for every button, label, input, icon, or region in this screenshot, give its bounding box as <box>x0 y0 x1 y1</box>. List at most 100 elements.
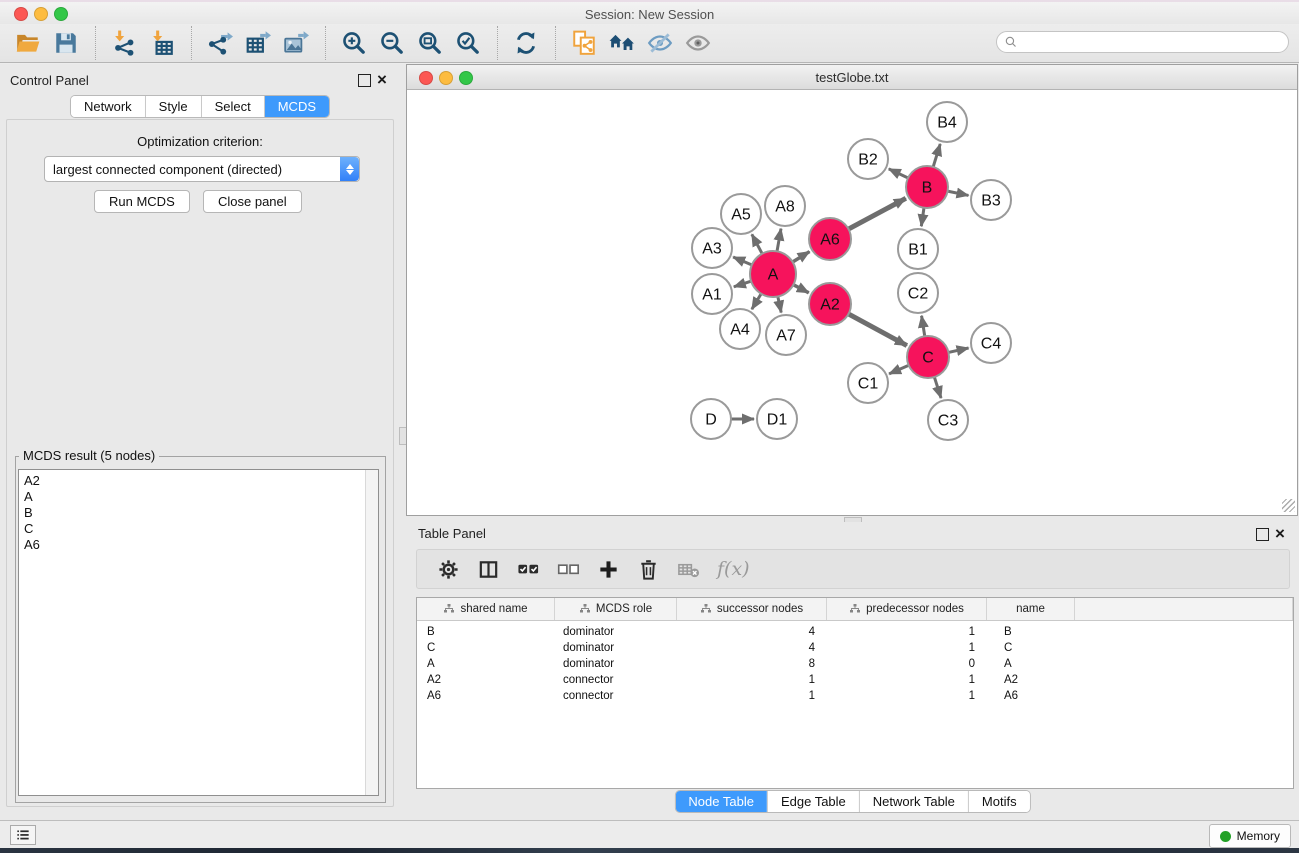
graph-edge-C-C1[interactable] <box>889 366 908 374</box>
uncheck-pair-button[interactable] <box>554 554 584 584</box>
table-cell[interactable]: 4 <box>677 624 827 640</box>
table-cell[interactable]: dominator <box>555 640 677 656</box>
import-table-button[interactable] <box>147 27 179 59</box>
table-cell[interactable]: dominator <box>555 624 677 640</box>
table-cell[interactable]: dominator <box>555 656 677 672</box>
task-history-button[interactable] <box>10 825 36 845</box>
tab-network[interactable]: Network <box>71 96 145 117</box>
tab-mcds[interactable]: MCDS <box>264 96 329 117</box>
close-panel-icon[interactable]: × <box>377 74 387 85</box>
tab-edge-table[interactable]: Edge Table <box>767 791 859 812</box>
table-cell[interactable]: A <box>417 656 555 672</box>
result-list-item[interactable]: A6 <box>19 537 378 553</box>
import-network-button[interactable] <box>109 27 141 59</box>
graph-edge-C-C4[interactable] <box>949 348 969 352</box>
memory-button[interactable]: Memory <box>1209 824 1291 848</box>
graph-edge-A-A7[interactable] <box>778 297 781 313</box>
close-table-panel-icon[interactable]: × <box>1275 528 1285 539</box>
graph-edge-A-A5[interactable] <box>752 234 762 253</box>
table-cell[interactable]: B <box>987 624 1075 640</box>
zoom-out-button[interactable] <box>377 27 409 59</box>
table-cell[interactable]: 4 <box>677 640 827 656</box>
graph-node-A7[interactable]: A7 <box>766 315 806 355</box>
result-list-scrollbar[interactable] <box>365 470 378 795</box>
column-header-predecessor-nodes[interactable]: predecessor nodes <box>827 598 987 620</box>
result-list-item[interactable]: A2 <box>19 473 378 489</box>
network-canvas[interactable]: B4B2BB3A5A8A6A3B1AA1C2A2A4A7C4CC1C3DD1 <box>408 90 1297 515</box>
search-input[interactable] <box>1023 34 1288 50</box>
graph-node-A1[interactable]: A1 <box>692 274 732 314</box>
export-network-button[interactable] <box>205 27 237 59</box>
graph-edge-A-A4[interactable] <box>752 294 761 309</box>
graph-node-B2[interactable]: B2 <box>848 139 888 179</box>
new-network-from-selection-button[interactable] <box>569 27 601 59</box>
graph-node-A4[interactable]: A4 <box>720 309 760 349</box>
result-list-item[interactable]: B <box>19 505 378 521</box>
table-cell[interactable]: 1 <box>677 672 827 688</box>
graph-node-C2[interactable]: C2 <box>898 273 938 313</box>
table-cell[interactable]: 1 <box>677 688 827 704</box>
zoom-in-button[interactable] <box>339 27 371 59</box>
hide-selected-button[interactable] <box>645 27 677 59</box>
houses-button[interactable] <box>607 27 639 59</box>
table-cell[interactable]: A6 <box>987 688 1075 704</box>
result-list-item[interactable]: C <box>19 521 378 537</box>
column-header-shared-name[interactable]: shared name <box>417 598 555 620</box>
table-cell[interactable]: 1 <box>827 640 987 656</box>
criterion-dropdown[interactable]: largest connected component (directed) <box>44 156 360 182</box>
float-table-panel-icon[interactable] <box>1256 528 1269 541</box>
graph-edge-A6-B[interactable] <box>849 198 906 229</box>
trash-button[interactable] <box>634 554 664 584</box>
show-all-button[interactable] <box>683 27 715 59</box>
graph-node-A6[interactable]: A6 <box>809 218 851 260</box>
table-row[interactable]: A6connector11A6 <box>417 688 1293 704</box>
graph-node-B4[interactable]: B4 <box>927 102 967 142</box>
graph-edge-A-A3[interactable] <box>733 257 751 265</box>
graph-edge-B-B2[interactable] <box>889 169 908 178</box>
float-panel-icon[interactable] <box>358 74 371 87</box>
tab-node-table[interactable]: Node Table <box>675 791 767 812</box>
plus-button[interactable] <box>594 554 624 584</box>
tab-style[interactable]: Style <box>145 96 201 117</box>
close-panel-button[interactable]: Close panel <box>203 190 302 213</box>
gear-button[interactable] <box>434 554 464 584</box>
table-cell[interactable]: A2 <box>417 672 555 688</box>
zoom-fit-button[interactable] <box>415 27 447 59</box>
graph-edge-B-B3[interactable] <box>948 191 968 195</box>
graph-node-D[interactable]: D <box>691 399 731 439</box>
graph-edge-A-A2[interactable] <box>794 285 809 293</box>
graph-edge-C-C3[interactable] <box>935 377 942 398</box>
graph-edge-B-B1[interactable] <box>921 208 924 226</box>
table-cell[interactable]: B <box>417 624 555 640</box>
column-header-name[interactable]: name <box>987 598 1075 620</box>
table-row[interactable]: Adominator80A <box>417 656 1293 672</box>
table-row[interactable]: Bdominator41B <box>417 624 1293 640</box>
tab-motifs[interactable]: Motifs <box>968 791 1030 812</box>
run-mcds-button[interactable]: Run MCDS <box>94 190 190 213</box>
tab-select[interactable]: Select <box>201 96 264 117</box>
graph-node-A5[interactable]: A5 <box>721 194 761 234</box>
columns-button[interactable] <box>474 554 504 584</box>
export-image-button[interactable] <box>281 27 313 59</box>
table-cell[interactable]: 0 <box>827 656 987 672</box>
window-resize-grip[interactable] <box>1282 499 1295 512</box>
table-cell[interactable]: A2 <box>987 672 1075 688</box>
graph-edge-A-A1[interactable] <box>734 281 751 287</box>
table-row[interactable]: A2connector11A2 <box>417 672 1293 688</box>
table-cell[interactable]: 1 <box>827 624 987 640</box>
check-pair-button[interactable] <box>514 554 544 584</box>
graph-node-D1[interactable]: D1 <box>757 399 797 439</box>
table-cell[interactable]: 8 <box>677 656 827 672</box>
table-cell[interactable]: 1 <box>827 688 987 704</box>
graph-node-C1[interactable]: C1 <box>848 363 888 403</box>
open-button[interactable] <box>13 27 45 59</box>
tab-network-table[interactable]: Network Table <box>859 791 968 812</box>
graph-node-C[interactable]: C <box>907 336 949 378</box>
table-cell[interactable]: 1 <box>827 672 987 688</box>
graph-edge-A-A8[interactable] <box>777 229 781 251</box>
zoom-selected-button[interactable] <box>453 27 485 59</box>
graph-node-B[interactable]: B <box>906 166 948 208</box>
graph-edge-C-C2[interactable] <box>922 316 925 336</box>
table-row[interactable]: Cdominator41C <box>417 640 1293 656</box>
table-cell[interactable]: A <box>987 656 1075 672</box>
